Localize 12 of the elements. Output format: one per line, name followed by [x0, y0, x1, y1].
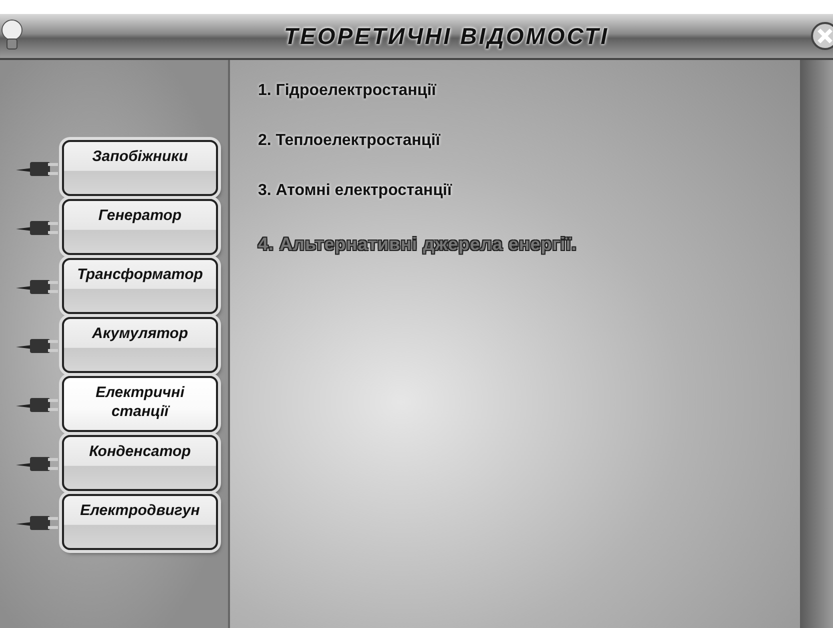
menu-button[interactable]: Електродвигун — [62, 494, 218, 550]
menu-button[interactable]: Конденсатор — [62, 435, 218, 491]
menu-button[interactable]: Генератор — [62, 199, 218, 255]
menu-button[interactable]: Запобіжники — [62, 140, 218, 196]
topic-link[interactable]: 3. Атомні електростанції — [258, 182, 452, 200]
close-icon[interactable] — [808, 21, 833, 51]
topic-link[interactable]: 1. Гідроелектростанції — [258, 82, 436, 100]
window-title: ТЕОРЕТИЧНІ ВІДОМОСТІ — [284, 22, 609, 50]
topic-link[interactable]: 2. Теплоелектростанції — [258, 132, 440, 150]
menu-button[interactable]: Трансформатор — [62, 258, 218, 314]
menu-button[interactable]: Акумулятор — [62, 317, 218, 373]
menu-button[interactable]: Електричні станції — [62, 376, 218, 432]
